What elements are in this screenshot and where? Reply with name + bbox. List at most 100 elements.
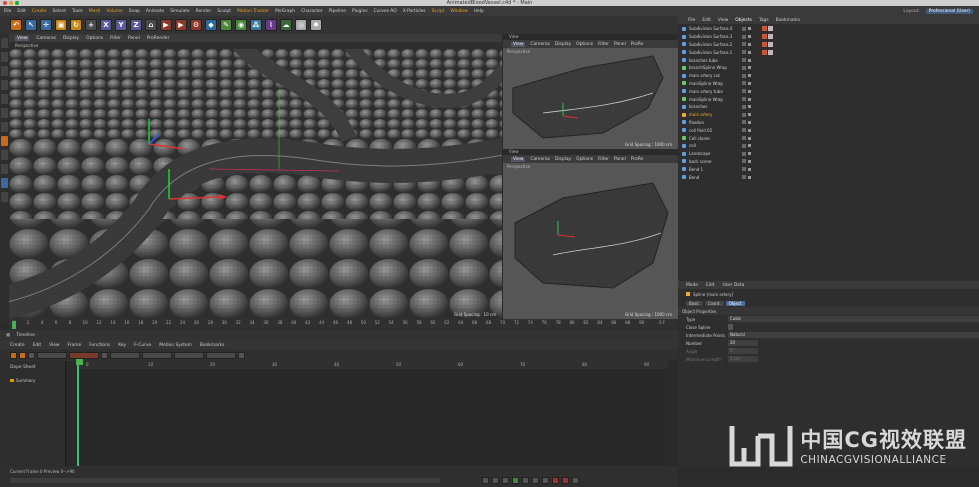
obj-menu-edit[interactable]: Edit bbox=[702, 18, 711, 23]
close-window-button[interactable] bbox=[3, 1, 7, 5]
record-tools-group[interactable] bbox=[69, 351, 99, 359]
object-row[interactable]: cell bbox=[682, 142, 979, 150]
object-row[interactable]: main artery bbox=[682, 111, 979, 119]
br-menu-panel[interactable]: Panel bbox=[614, 157, 626, 162]
object-visibility-dots[interactable] bbox=[748, 97, 751, 101]
br-menu-cameras[interactable]: Cameras bbox=[530, 157, 550, 162]
snap-icon[interactable] bbox=[1, 164, 8, 174]
tr-menu-options[interactable]: Options bbox=[576, 42, 593, 47]
go-to-start-icon[interactable] bbox=[482, 477, 489, 484]
object-visibility-dots[interactable] bbox=[748, 81, 751, 85]
tl-menu-view[interactable]: View bbox=[49, 343, 59, 348]
tl-menu-functions[interactable]: Functions bbox=[89, 343, 110, 348]
menu-plugins[interactable]: Plugins bbox=[352, 9, 368, 14]
object-visibility-dots[interactable] bbox=[748, 66, 751, 70]
br-menu-options[interactable]: Options bbox=[576, 157, 593, 162]
dope-sheet-grid[interactable] bbox=[78, 361, 668, 473]
object-row[interactable]: mainSpline Wrap bbox=[682, 95, 979, 103]
menu-animate[interactable]: Animate bbox=[146, 9, 164, 14]
vp-menu-panel[interactable]: Panel bbox=[128, 36, 140, 41]
object-row[interactable]: Landscape bbox=[682, 150, 979, 158]
menu-window[interactable]: Window bbox=[450, 9, 467, 14]
render-picture-icon[interactable]: ▶ bbox=[175, 19, 187, 31]
object-visibility-dots[interactable] bbox=[748, 35, 751, 39]
object-layer-checkbox[interactable] bbox=[742, 73, 746, 78]
attr-tab-object[interactable]: Object bbox=[725, 300, 745, 306]
tl-menu-fcurve[interactable]: F-Curve bbox=[134, 343, 151, 348]
type-select[interactable]: Cubic bbox=[728, 316, 979, 322]
object-layer-checkbox[interactable] bbox=[742, 120, 746, 125]
tl-menu-bookmarks[interactable]: Bookmarks bbox=[200, 343, 225, 348]
vp-menu-view[interactable]: View bbox=[15, 35, 30, 41]
menu-simulate[interactable]: Simulate bbox=[170, 9, 189, 14]
object-visibility-dots[interactable] bbox=[748, 89, 751, 93]
attr-tab-coord[interactable]: Coord. bbox=[704, 300, 724, 306]
tr-menu-prorender[interactable]: ProRe bbox=[631, 42, 644, 47]
next-frame-icon[interactable] bbox=[522, 477, 529, 484]
br-viewport-canvas[interactable]: Perspective Grid Spacing : 1000 cm bbox=[503, 163, 678, 319]
object-visibility-dots[interactable] bbox=[748, 74, 751, 78]
dope-sheet-frame-ruler[interactable]: 0 10 20 30 40 50 60 70 80 90 bbox=[78, 361, 668, 369]
object-row[interactable]: Bend bbox=[682, 173, 979, 181]
object-row[interactable]: back scene bbox=[682, 158, 979, 166]
vp-menu-prorender[interactable]: ProRender bbox=[147, 36, 170, 41]
menu-tools[interactable]: Tools bbox=[72, 9, 83, 14]
object-visibility-dots[interactable] bbox=[748, 159, 751, 163]
obj-menu-file[interactable]: File bbox=[688, 18, 695, 23]
object-layer-checkbox[interactable] bbox=[742, 34, 746, 39]
object-visibility-dots[interactable] bbox=[748, 128, 751, 132]
object-visibility-dots[interactable] bbox=[748, 42, 751, 46]
menu-curves-ao[interactable]: Curves AO bbox=[374, 9, 397, 14]
object-layer-checkbox[interactable] bbox=[742, 50, 746, 55]
object-row[interactable]: branches bbox=[682, 103, 979, 111]
object-layer-checkbox[interactable] bbox=[742, 175, 746, 180]
tr-viewport-canvas[interactable]: Perspective Grid Spacing : 1000 cm bbox=[503, 48, 678, 149]
object-row[interactable]: cell field 02 bbox=[682, 126, 979, 134]
object-visibility-dots[interactable] bbox=[748, 144, 751, 148]
spline-pen-icon[interactable]: ✎ bbox=[220, 19, 232, 31]
texture-mode-icon[interactable] bbox=[1, 66, 8, 76]
object-layer-checkbox[interactable] bbox=[742, 128, 746, 133]
live-selection-icon[interactable]: ↖ bbox=[25, 19, 37, 31]
nurbs-icon[interactable]: ◉ bbox=[235, 19, 247, 31]
attr-tab-basic[interactable]: Basic bbox=[686, 300, 703, 306]
tr-menu-cameras[interactable]: Cameras bbox=[530, 42, 550, 47]
obj-menu-tags[interactable]: Tags bbox=[759, 18, 769, 23]
render-settings-icon[interactable]: ⚙ bbox=[190, 19, 202, 31]
menu-motion-tracker[interactable]: Motion Tracker bbox=[237, 9, 269, 14]
menu-script[interactable]: Script bbox=[432, 9, 445, 14]
coordinate-system-icon[interactable]: ⌂ bbox=[145, 19, 157, 31]
object-layer-checkbox[interactable] bbox=[742, 26, 746, 31]
intermediate-points-select[interactable]: Natural bbox=[728, 332, 979, 338]
object-row[interactable]: Subdivision Surface.1 bbox=[682, 48, 979, 56]
number-field[interactable]: 20 bbox=[728, 340, 758, 346]
x-axis-lock[interactable]: X bbox=[100, 19, 112, 31]
object-visibility-dots[interactable] bbox=[748, 58, 751, 62]
previous-frame-icon[interactable] bbox=[502, 477, 509, 484]
next-key-icon[interactable] bbox=[532, 477, 539, 484]
current-frame-marker[interactable] bbox=[12, 321, 16, 329]
menu-snap[interactable]: Snap bbox=[129, 9, 140, 14]
object-tag-icon[interactable] bbox=[762, 34, 767, 40]
object-visibility-dots[interactable] bbox=[748, 120, 751, 124]
menu-edit[interactable]: Edit bbox=[17, 9, 26, 14]
tr-menu-view[interactable]: View bbox=[511, 41, 526, 47]
object-layer-checkbox[interactable] bbox=[742, 81, 746, 86]
object-tag-icon[interactable] bbox=[768, 34, 773, 40]
menu-volume[interactable]: Volume bbox=[106, 9, 122, 14]
tr-menu-display[interactable]: Display bbox=[555, 42, 571, 47]
light-icon[interactable]: ✹ bbox=[310, 19, 322, 31]
timeline-end-frame[interactable]: 0 F bbox=[659, 320, 665, 325]
menu-render[interactable]: Render bbox=[196, 9, 212, 14]
tl-menu-edit[interactable]: Edit bbox=[33, 343, 42, 348]
obj-menu-bookmarks[interactable]: Bookmarks bbox=[776, 18, 801, 23]
attr-menu-mode[interactable]: Mode bbox=[686, 283, 698, 288]
deformer-icon[interactable]: ⌇ bbox=[265, 19, 277, 31]
obj-menu-objects[interactable]: Objects bbox=[735, 18, 752, 23]
tweak-mode-icon[interactable] bbox=[1, 150, 8, 160]
attr-menu-edit[interactable]: Edit bbox=[706, 283, 715, 288]
object-row[interactable]: Subdivision Surface.4 bbox=[682, 25, 979, 33]
object-visibility-dots[interactable] bbox=[748, 105, 751, 109]
object-layer-checkbox[interactable] bbox=[742, 42, 746, 47]
main-viewport-canvas[interactable]: Grid Spacing : 10 cm bbox=[9, 49, 502, 319]
